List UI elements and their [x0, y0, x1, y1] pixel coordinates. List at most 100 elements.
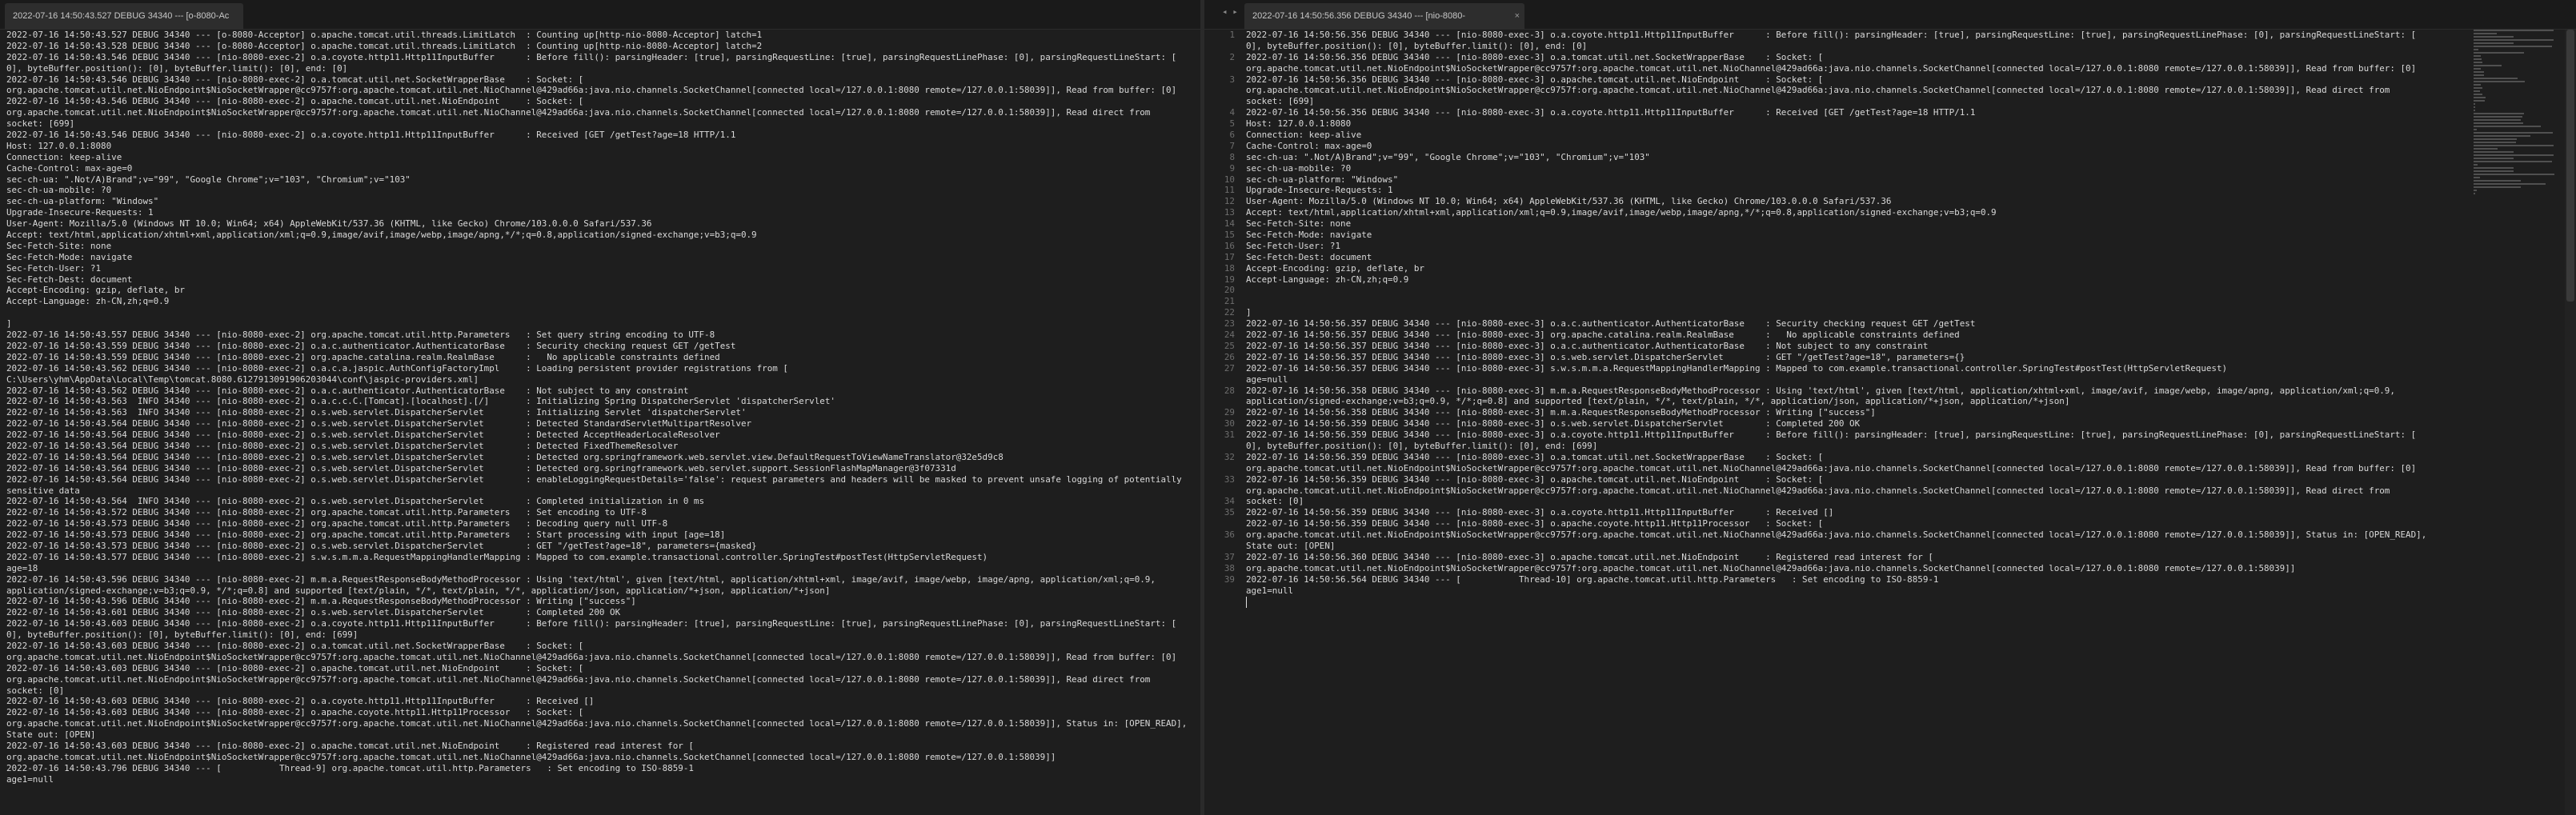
line-number: 8 — [1229, 151, 1235, 162]
line-number: 2 — [1229, 51, 1235, 62]
minimap-line — [2474, 46, 2553, 47]
minimap-line — [2474, 177, 2480, 178]
line-number — [1204, 518, 1238, 529]
line-number: 3 — [1229, 74, 1235, 85]
log-line: org.apache.tomcat.util.net.NioEndpoint$N… — [6, 751, 1056, 762]
log-line: Accept: text/html,application/xhtml+xml,… — [6, 230, 757, 241]
log-line: Accept-Encoding: gzip, deflate, br — [6, 285, 185, 296]
line-number — [1204, 41, 1238, 52]
minimap-line — [2474, 122, 2523, 124]
log-line: ] — [1246, 307, 1252, 318]
log-line: sensitive data — [6, 485, 80, 496]
line-number: 38 — [1224, 562, 1235, 573]
line-number — [1204, 463, 1238, 474]
line-number: 12 — [1224, 196, 1235, 207]
log-line: 2022-07-16 14:50:43.573 DEBUG 34340 --- … — [6, 529, 726, 541]
log-line: 2022-07-16 14:50:56.359 DEBUG 34340 --- … — [1246, 418, 1861, 429]
minimap-line — [2474, 158, 2514, 159]
left-log-text[interactable]: 2022-07-16 14:50:43.527 DEBUG 34340 --- … — [6, 30, 1194, 815]
minimap-line — [2474, 183, 2546, 185]
log-line: org.apache.tomcat.util.net.NioEndpoint$N… — [1246, 62, 2417, 74]
log-line: sec-ch-ua: ".Not/A)Brand";v="99", "Googl… — [1246, 151, 1650, 162]
minimap-line — [2474, 148, 2498, 150]
log-line: application/signed-exchange;v=b3;q=0.9, … — [1246, 396, 2070, 407]
log-line: 2022-07-16 14:50:56.358 DEBUG 34340 --- … — [1246, 385, 2395, 396]
close-icon[interactable]: × — [1515, 3, 1520, 29]
line-number-gutter: 1 2 3 4 5 6 7 8 9 10 11 12 13 14 15 16 17 18 19 20 21 22 23 24 2… — [1204, 30, 1238, 815]
line-number: 11 — [1224, 185, 1235, 196]
line-number: 21 — [1224, 296, 1235, 307]
log-line: Connection: keep-alive — [6, 151, 122, 162]
scroll-thumb[interactable] — [2566, 30, 2574, 302]
minimap[interactable] — [2474, 30, 2562, 194]
line-number: 17 — [1224, 251, 1235, 262]
log-line: org.apache.tomcat.util.net.NioEndpoint$N… — [6, 107, 1151, 118]
line-number: 25 — [1224, 340, 1235, 351]
line-number: 6 — [1229, 130, 1235, 141]
log-line: 2022-07-16 14:50:56.357 DEBUG 34340 --- … — [1246, 340, 1929, 351]
minimap-line — [2474, 180, 2521, 182]
left-file-tab[interactable]: 2022-07-16 14:50:43.527 DEBUG 34340 --- … — [5, 3, 243, 29]
log-line: 2022-07-16 14:50:56.357 DEBUG 34340 --- … — [1246, 351, 1965, 362]
log-line: 2022-07-16 14:50:43.603 DEBUG 34340 --- … — [6, 662, 584, 673]
log-line: 2022-07-16 14:50:43.564 INFO 34340 --- [… — [6, 496, 705, 507]
log-line: 2022-07-16 14:50:43.603 DEBUG 34340 --- … — [6, 696, 595, 707]
log-line: 2022-07-16 14:50:43.559 DEBUG 34340 --- … — [6, 351, 720, 362]
log-line: Accept-Language: zh-CN,zh;q=0.9 — [6, 296, 170, 307]
log-line: org.apache.tomcat.util.net.NioEndpoint$N… — [1246, 85, 2390, 96]
log-line: 0], byteBuffer.position(): [0], byteBuff… — [1246, 40, 1588, 51]
line-number: 33 — [1224, 473, 1235, 485]
log-line: Sec-Fetch-Dest: document — [1246, 251, 1372, 262]
minimap-line — [2474, 119, 2521, 121]
log-line: Sec-Fetch-Mode: navigate — [1246, 230, 1372, 241]
log-line: 2022-07-16 14:50:56.357 DEBUG 34340 --- … — [1246, 330, 1960, 341]
line-number: 39 — [1224, 573, 1235, 585]
line-number: 22 — [1224, 307, 1235, 318]
minimap-line — [2474, 30, 2554, 31]
log-line: Sec-Fetch-User: ?1 — [6, 262, 102, 274]
line-number — [1204, 441, 1238, 452]
line-number — [1204, 63, 1238, 74]
right-tab-title: 2022-07-16 14:50:56.356 DEBUG 34340 --- … — [1252, 11, 1466, 21]
log-line: age1=null — [6, 773, 54, 785]
line-number: 19 — [1224, 274, 1235, 285]
right-log-text[interactable]: 2022-07-16 14:50:56.356 DEBUG 34340 --- … — [1246, 30, 2464, 815]
log-line: Accept-Encoding: gzip, deflate, br — [1246, 262, 1424, 274]
right-file-tab[interactable]: 2022-07-16 14:50:56.356 DEBUG 34340 --- … — [1244, 3, 1524, 29]
line-number: 18 — [1224, 262, 1235, 274]
log-line: User-Agent: Mozilla/5.0 (Windows NT 10.0… — [1246, 196, 1892, 207]
log-line: 0], byteBuffer.position(): [0], byteBuff… — [6, 62, 348, 74]
minimap-line — [2474, 170, 2514, 172]
log-line: 2022-07-16 14:50:43.528 DEBUG 34340 --- … — [6, 40, 763, 51]
line-number — [1204, 396, 1238, 407]
log-line: 2022-07-16 14:50:43.573 DEBUG 34340 --- … — [6, 518, 668, 529]
nav-arrows-icon[interactable]: ◂ ▸ — [1222, 6, 1238, 17]
line-number: 1 — [1229, 30, 1235, 40]
vertical-scrollbar[interactable] — [2565, 30, 2576, 815]
left-tab-bar: 2022-07-16 14:50:43.527 DEBUG 34340 --- … — [0, 0, 1200, 30]
log-line: Sec-Fetch-Mode: navigate — [6, 251, 133, 262]
log-line: 2022-07-16 14:50:43.573 DEBUG 34340 --- … — [6, 540, 757, 551]
minimap-line — [2474, 97, 2486, 98]
minimap-line — [2474, 71, 2485, 73]
log-line: 2022-07-16 14:50:43.546 DEBUG 34340 --- … — [6, 51, 1177, 62]
minimap-line — [2474, 161, 2553, 162]
log-line: socket: [699] — [1246, 96, 1315, 107]
text-cursor — [1246, 596, 1247, 608]
minimap-line — [2474, 55, 2481, 57]
minimap-line — [2474, 49, 2478, 50]
minimap-line — [2474, 36, 2514, 38]
minimap-line — [2474, 126, 2542, 127]
line-number: 27 — [1224, 362, 1235, 374]
line-number: 14 — [1224, 218, 1235, 230]
left-editor-pane: 2022-07-16 14:50:43.527 DEBUG 34340 --- … — [0, 0, 1200, 815]
log-line: 2022-07-16 14:50:43.603 DEBUG 34340 --- … — [6, 707, 584, 718]
log-line: age1=null — [1246, 585, 1294, 596]
log-line: 2022-07-16 14:50:43.557 DEBUG 34340 --- … — [6, 330, 715, 341]
line-number: 4 — [1229, 107, 1235, 118]
minimap-line — [2474, 106, 2475, 108]
log-line: 2022-07-16 14:50:43.601 DEBUG 34340 --- … — [6, 607, 621, 618]
minimap-line — [2474, 84, 2481, 86]
